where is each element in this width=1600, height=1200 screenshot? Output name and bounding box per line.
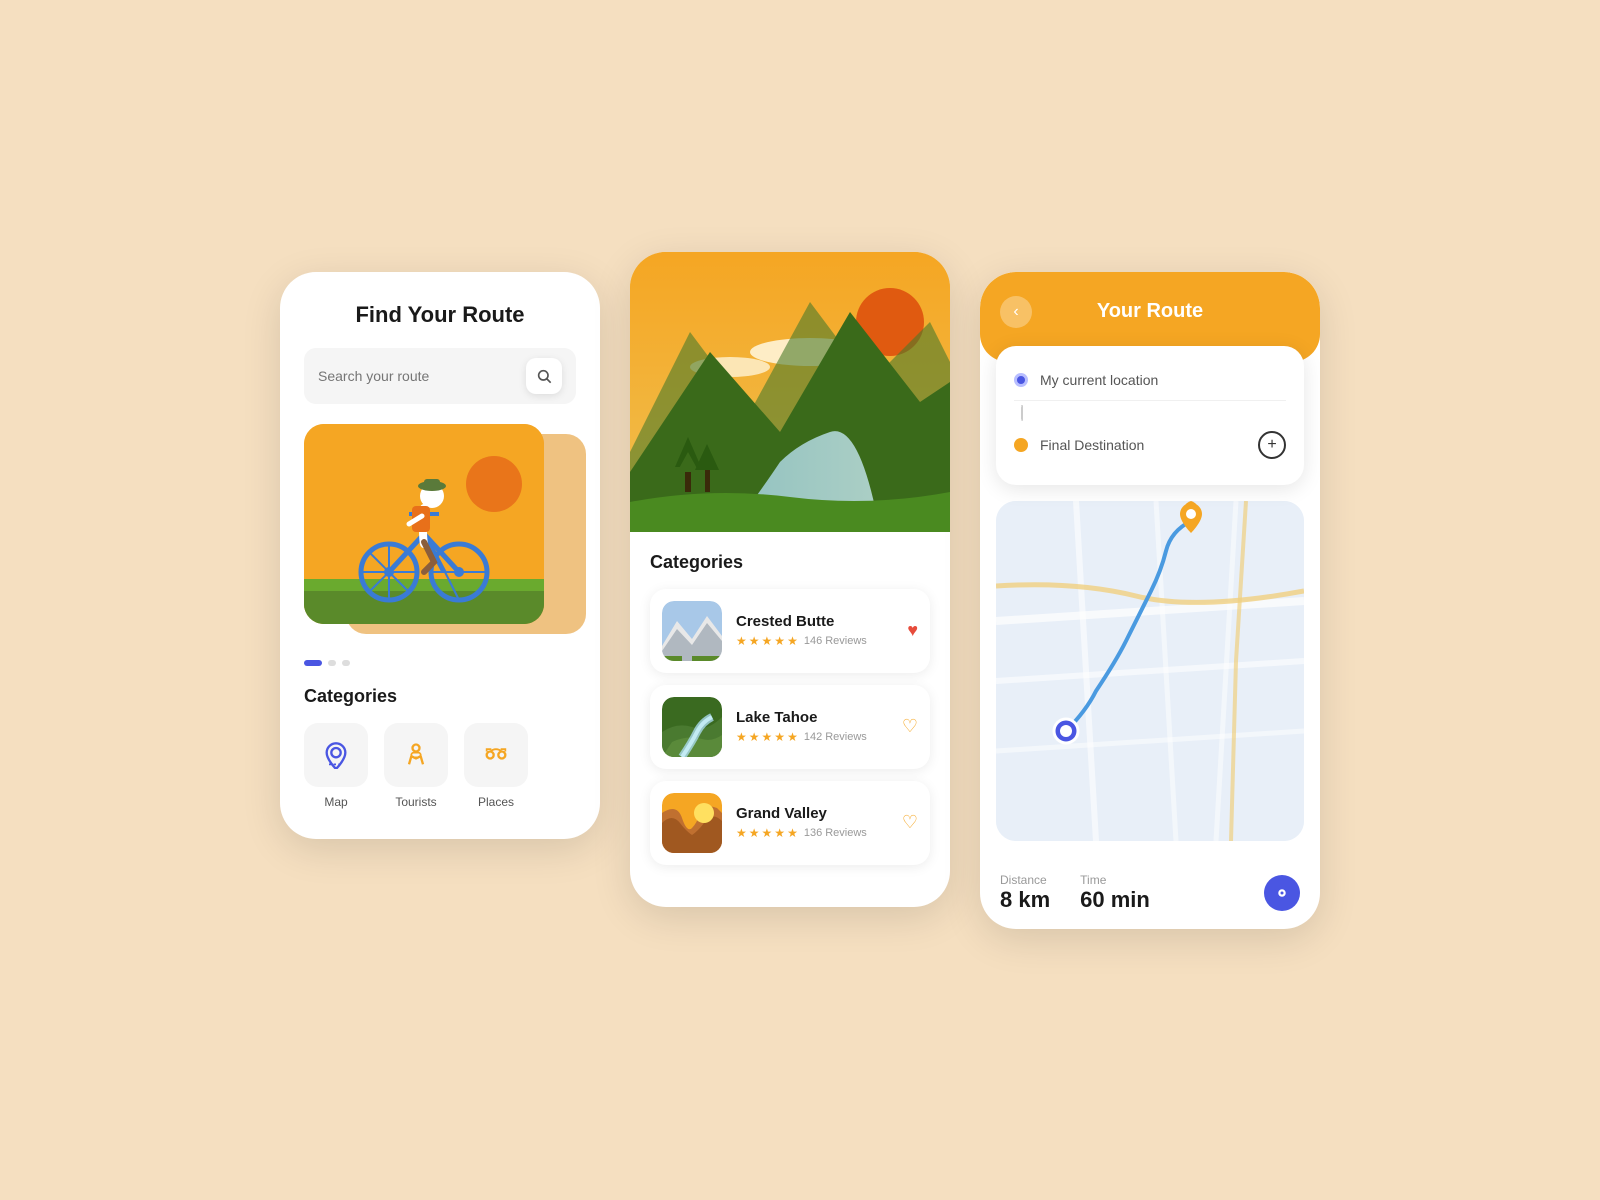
crested-butte-thumb <box>662 601 722 661</box>
lake-tahoe-info: Lake Tahoe ★ ★ ★ ★ ★ 142 Reviews <box>736 709 888 744</box>
category-icons-row: Map Tourists <box>304 723 576 809</box>
lake-tahoe-reviews: 142 Reviews <box>804 731 867 743</box>
category-item-tourists[interactable]: Tourists <box>384 723 448 809</box>
crested-butte-card[interactable]: Crested Butte ★ ★ ★ ★ ★ 146 Reviews ♥ <box>650 589 930 673</box>
route-action-button[interactable] <box>1264 875 1300 911</box>
categories-title-1: Categories <box>304 686 576 707</box>
tourists-icon-box <box>384 723 448 787</box>
crested-butte-reviews: 146 Reviews <box>804 635 867 647</box>
hero-image <box>304 424 576 644</box>
back-button-3[interactable]: ‹ <box>1000 296 1032 328</box>
places-icon-box <box>464 723 528 787</box>
phone-3-title: Your Route <box>1042 300 1258 323</box>
categories-list-title: Categories <box>650 552 930 573</box>
grand-valley-name: Grand Valley <box>736 805 888 822</box>
phone-3: ‹ Your Route + <box>980 272 1320 929</box>
route-card: + <box>996 346 1304 485</box>
crested-butte-name: Crested Butte <box>736 613 893 630</box>
map-icon-box <box>304 723 368 787</box>
destination-row[interactable]: + <box>1014 423 1286 467</box>
dot-inactive-2[interactable] <box>342 660 350 666</box>
destination-dot <box>1014 438 1028 452</box>
dot-active[interactable] <box>304 660 322 666</box>
grand-valley-info: Grand Valley ★ ★ ★ ★ ★ 136 Reviews <box>736 805 888 840</box>
lake-tahoe-heart[interactable]: ♡ <box>902 716 918 737</box>
lake-tahoe-card[interactable]: Lake Tahoe ★ ★ ★ ★ ★ 142 Reviews ♡ <box>650 685 930 769</box>
current-location-input[interactable] <box>1040 372 1286 388</box>
phone-2: ‹ <box>630 252 950 907</box>
search-input[interactable] <box>318 368 526 384</box>
search-button[interactable] <box>526 358 562 394</box>
category-item-places[interactable]: Places <box>464 723 528 809</box>
destination-input[interactable] <box>1040 437 1246 453</box>
category-item-map[interactable]: Map <box>304 723 368 809</box>
category-label-tourists: Tourists <box>395 795 436 809</box>
grand-valley-thumb <box>662 793 722 853</box>
phone-1: Find Your Route <box>280 272 600 839</box>
distance-stat: Distance 8 km <box>1000 873 1050 913</box>
crested-butte-stars: ★ ★ ★ ★ ★ 146 Reviews <box>736 634 893 648</box>
distance-value: 8 km <box>1000 887 1050 913</box>
phone-1-title: Find Your Route <box>304 302 576 328</box>
current-location-row[interactable] <box>1014 364 1286 401</box>
grand-valley-reviews: 136 Reviews <box>804 827 867 839</box>
hero-card <box>304 424 544 624</box>
phones-container: Find Your Route <box>280 272 1320 929</box>
map-area <box>996 501 1304 841</box>
time-stat: Time 60 min <box>1080 873 1150 913</box>
distance-label: Distance <box>1000 873 1050 887</box>
dot-indicators <box>304 660 576 666</box>
lake-tahoe-name: Lake Tahoe <box>736 709 888 726</box>
add-destination-button[interactable]: + <box>1258 431 1286 459</box>
time-label: Time <box>1080 873 1150 887</box>
route-stats: Distance 8 km Time 60 min <box>980 857 1320 929</box>
category-label-places: Places <box>478 795 514 809</box>
phone-2-header: ‹ <box>630 252 950 532</box>
dot-inactive-1[interactable] <box>328 660 336 666</box>
crested-butte-heart[interactable]: ♥ <box>907 620 918 641</box>
current-location-dot <box>1014 373 1028 387</box>
grand-valley-card[interactable]: Grand Valley ★ ★ ★ ★ ★ 136 Reviews ♡ <box>650 781 930 865</box>
lake-tahoe-stars: ★ ★ ★ ★ ★ 142 Reviews <box>736 730 888 744</box>
lake-tahoe-thumb <box>662 697 722 757</box>
time-value: 60 min <box>1080 887 1150 913</box>
grand-valley-stars: ★ ★ ★ ★ ★ 136 Reviews <box>736 826 888 840</box>
grand-valley-heart[interactable]: ♡ <box>902 812 918 833</box>
phone-2-content: Categories Crested Butte ★ <box>630 532 950 907</box>
crested-butte-info: Crested Butte ★ ★ ★ ★ ★ 146 Reviews <box>736 613 893 648</box>
search-bar[interactable] <box>304 348 576 404</box>
category-label-map: Map <box>324 795 347 809</box>
